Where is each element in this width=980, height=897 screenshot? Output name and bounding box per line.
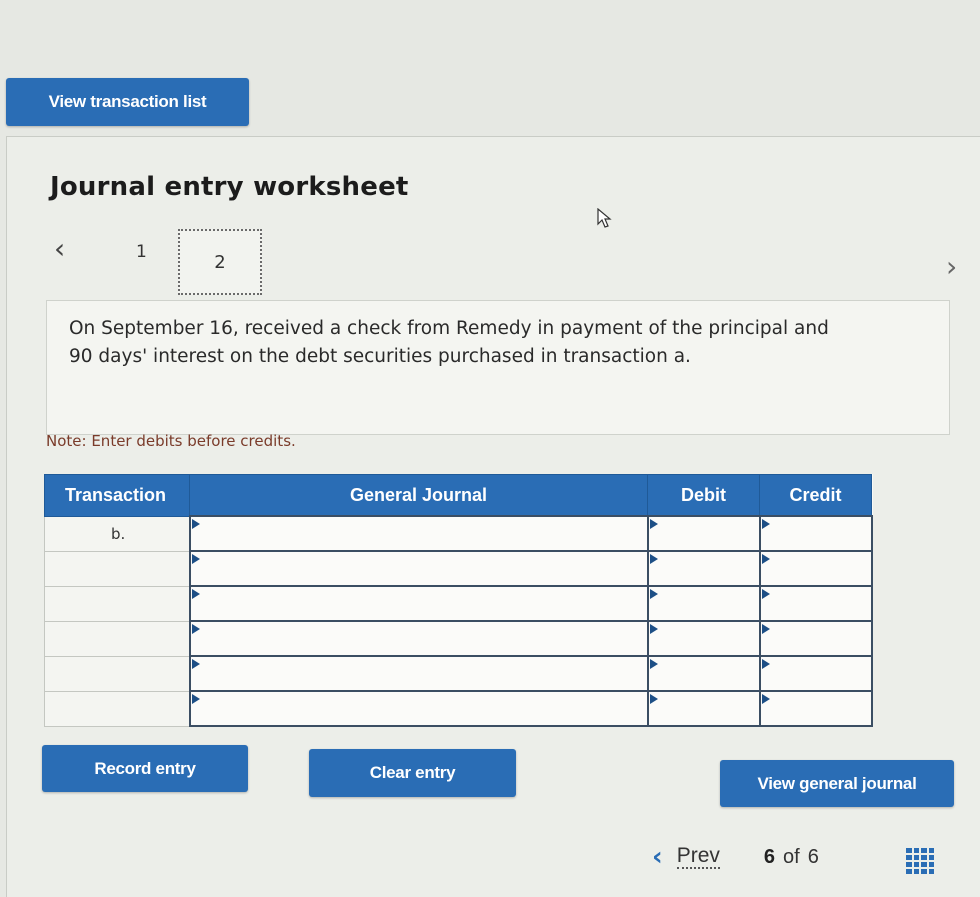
transaction-cell: [44, 655, 190, 692]
transaction-cell: [44, 690, 190, 727]
header-transaction: Transaction: [44, 474, 190, 517]
dropdown-marker-icon: [649, 694, 658, 704]
dropdown-marker-icon: [649, 589, 658, 599]
credit-input[interactable]: [758, 690, 873, 727]
transaction-cell: b.: [44, 515, 190, 552]
dropdown-marker-icon: [761, 519, 770, 529]
dropdown-marker-icon: [761, 624, 770, 634]
header-general-journal: General Journal: [189, 474, 648, 517]
dropdown-marker-icon: [191, 519, 200, 529]
dropdown-marker-icon: [761, 554, 770, 564]
dropdown-marker-icon: [649, 519, 658, 529]
chevron-left-icon[interactable]: ‹: [652, 842, 663, 872]
table-row: [44, 585, 873, 622]
credit-input[interactable]: [758, 585, 873, 622]
worksheet-page-1[interactable]: 1: [136, 242, 147, 262]
credit-input[interactable]: [758, 655, 873, 692]
debit-input[interactable]: [646, 690, 761, 727]
dropdown-marker-icon: [761, 589, 770, 599]
record-entry-button[interactable]: Record entry: [42, 745, 248, 792]
table-row: b.: [44, 515, 873, 552]
table-row: [44, 690, 873, 727]
dropdown-marker-icon: [191, 589, 200, 599]
prev-link[interactable]: Prev: [676, 845, 720, 869]
header-debit: Debit: [647, 474, 760, 517]
dropdown-marker-icon: [191, 659, 200, 669]
account-input[interactable]: [188, 620, 649, 657]
dropdown-marker-icon: [649, 624, 658, 634]
clear-entry-button[interactable]: Clear entry: [309, 749, 516, 797]
credit-input[interactable]: [758, 620, 873, 657]
account-input[interactable]: [188, 550, 649, 587]
account-input[interactable]: [188, 515, 649, 552]
mouse-pointer-icon: [597, 208, 612, 228]
dropdown-marker-icon: [761, 694, 770, 704]
transaction-cell: [44, 620, 190, 657]
worksheet-page-2-active[interactable]: 2: [178, 229, 262, 295]
total-pages-number: 6: [807, 845, 819, 868]
account-input[interactable]: [188, 690, 649, 727]
current-page-number: 6: [763, 845, 776, 868]
account-input[interactable]: [188, 585, 649, 622]
debit-input[interactable]: [646, 620, 761, 657]
dropdown-marker-icon: [191, 694, 200, 704]
entry-note: Note: Enter debits before credits.: [46, 432, 296, 450]
view-transaction-list-button[interactable]: View transaction list: [6, 78, 249, 126]
chevron-left-icon[interactable]: ‹: [54, 232, 65, 265]
table-header-row: Transaction General Journal Debit Credit: [44, 474, 872, 517]
dropdown-marker-icon: [649, 659, 658, 669]
journal-entry-table: Transaction General Journal Debit Credit…: [44, 474, 873, 727]
transaction-description: On September 16, received a check from R…: [69, 318, 829, 367]
dropdown-marker-icon: [191, 624, 200, 634]
table-row: [44, 655, 873, 692]
debit-input[interactable]: [646, 655, 761, 692]
table-row: [44, 550, 873, 587]
grid-menu-icon[interactable]: [906, 848, 934, 874]
transaction-description-box: On September 16, received a check from R…: [46, 300, 950, 435]
transaction-cell: [44, 550, 190, 587]
debit-input[interactable]: [646, 550, 761, 587]
footer-pagination: ‹ Prev 6 of 6: [652, 842, 819, 872]
dropdown-marker-icon: [649, 554, 658, 564]
view-general-journal-button[interactable]: View general journal: [720, 760, 954, 807]
transaction-cell: [44, 585, 190, 622]
debit-input[interactable]: [646, 515, 761, 552]
page-of-label: of: [783, 845, 800, 868]
worksheet-title: Journal entry worksheet: [50, 172, 409, 202]
dropdown-marker-icon: [191, 554, 200, 564]
dropdown-marker-icon: [761, 659, 770, 669]
chevron-right-icon[interactable]: ›: [946, 250, 957, 283]
header-credit: Credit: [759, 474, 872, 517]
credit-input[interactable]: [758, 515, 873, 552]
table-row: [44, 620, 873, 657]
credit-input[interactable]: [758, 550, 873, 587]
account-input[interactable]: [188, 655, 649, 692]
debit-input[interactable]: [646, 585, 761, 622]
